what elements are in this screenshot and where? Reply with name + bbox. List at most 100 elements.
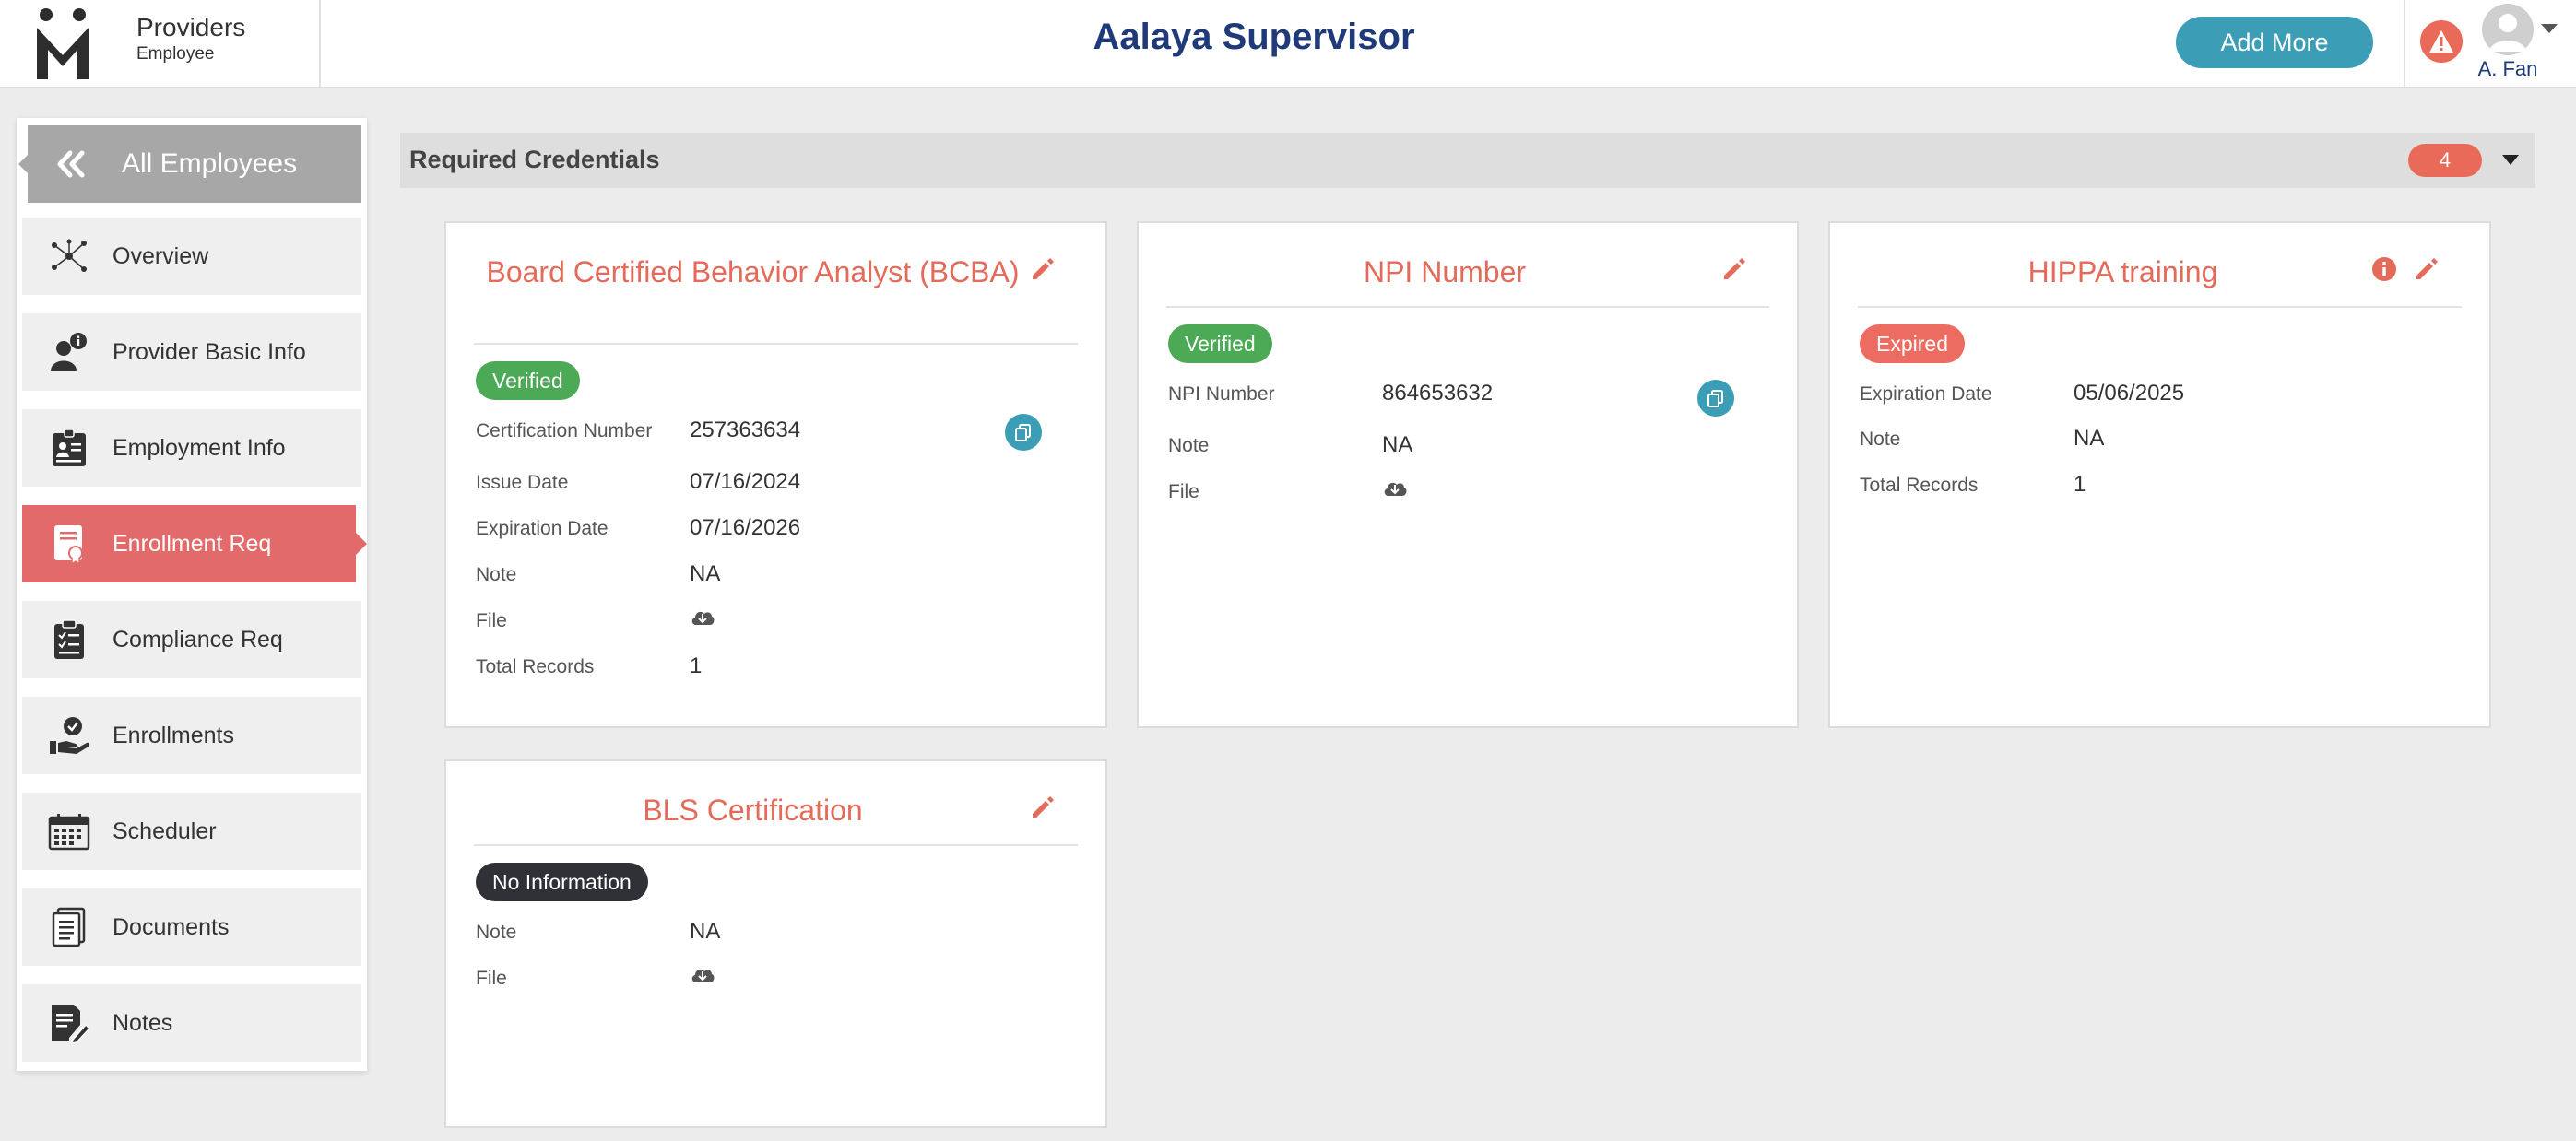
avatar[interactable] xyxy=(2482,4,2534,55)
card-divider xyxy=(474,343,1078,345)
card-title: Board Certified Behavior Analyst (BCBA) xyxy=(486,255,1020,288)
logo-icon xyxy=(37,8,89,79)
copy-icon[interactable] xyxy=(1697,380,1734,417)
edit-icon[interactable] xyxy=(2414,256,2440,287)
count-badge: 4 xyxy=(2408,144,2482,177)
required-credentials-header[interactable]: Required Credentials 4 xyxy=(400,133,2535,188)
row-label: File xyxy=(1168,481,1199,502)
sidebar-item-label: Compliance Req xyxy=(112,626,283,653)
calendar-icon xyxy=(46,808,92,854)
sidebar-item-provider-basic-info[interactable]: Provider Basic Info xyxy=(22,313,361,391)
all-employees-button[interactable]: All Employees xyxy=(18,125,361,203)
status-badge: Verified xyxy=(476,361,580,400)
card-divider xyxy=(474,844,1078,846)
row-value: NA xyxy=(2074,426,2105,451)
notes-icon xyxy=(46,1000,92,1046)
hand-check-icon xyxy=(46,712,92,759)
sidebar-item-label: Provider Basic Info xyxy=(112,338,306,365)
sidebar-item-label: Documents xyxy=(112,913,230,940)
top-header: Providers Employee Aalaya Supervisor Add… xyxy=(0,0,2576,88)
section-title: Required Credentials xyxy=(409,146,660,173)
sidebar-item-scheduler[interactable]: Scheduler xyxy=(22,793,361,870)
status-badge: Expired xyxy=(1860,324,1965,363)
row-label: Note xyxy=(1860,429,1901,450)
chevron-down-icon[interactable] xyxy=(2541,24,2558,33)
card-actions xyxy=(2371,256,2440,287)
chevron-down-icon[interactable] xyxy=(2502,155,2519,165)
row-value: NA xyxy=(690,561,721,586)
card-divider xyxy=(1858,306,2462,308)
row-label: Expiration Date xyxy=(476,518,609,539)
row-value: NA xyxy=(1382,432,1413,457)
card-actions xyxy=(1030,256,1056,287)
sidebar-item-compliance-req[interactable]: Compliance Req xyxy=(22,601,361,678)
user-info-icon xyxy=(46,329,92,375)
status-badge: Verified xyxy=(1168,324,1272,363)
row-label: Note xyxy=(476,922,517,943)
cloud-download-icon[interactable] xyxy=(690,964,715,989)
card-actions xyxy=(1030,794,1056,825)
sidebar-item-employment-info[interactable]: Employment Info xyxy=(22,409,361,487)
checklist-icon xyxy=(46,617,92,663)
row-label: Total Records xyxy=(476,656,595,677)
id-badge-icon xyxy=(46,425,92,471)
status-badge: No Information xyxy=(476,863,648,901)
brand-subtitle: Employee xyxy=(136,44,215,64)
user-name[interactable]: A. Fan xyxy=(2471,57,2545,81)
copy-icon[interactable] xyxy=(1005,414,1042,451)
sidebar-item-documents[interactable]: Documents xyxy=(22,888,361,966)
edit-icon[interactable] xyxy=(1030,794,1056,825)
all-employees-label: All Employees xyxy=(122,148,298,179)
page-title: Aalaya Supervisor xyxy=(1093,17,1415,57)
card-title: NPI Number xyxy=(1363,255,1527,288)
edit-icon[interactable] xyxy=(1721,256,1747,287)
row-label: Note xyxy=(476,564,517,585)
row-value: 257363634 xyxy=(690,418,801,442)
card-title: BLS Certification xyxy=(643,794,863,827)
row-label: Note xyxy=(1168,435,1210,456)
card-title: HIPPA training xyxy=(2027,255,2218,288)
sidebar-item-enrollments[interactable]: Enrollments xyxy=(22,697,361,774)
credential-card-npi: NPI Number Verified NPI Number 864653632… xyxy=(1137,221,1799,728)
row-value: 05/06/2025 xyxy=(2074,381,2185,406)
brand-area: Providers Employee xyxy=(0,0,321,88)
row-value: 07/16/2024 xyxy=(690,469,801,494)
cloud-download-icon[interactable] xyxy=(1382,477,1408,502)
row-value: 07/16/2026 xyxy=(690,515,801,540)
header-divider xyxy=(2404,0,2405,88)
sidebar-item-overview[interactable]: Overview xyxy=(22,218,361,295)
brand-title: Providers xyxy=(136,13,246,41)
row-label: NPI Number xyxy=(1168,383,1275,405)
sidebar: All Employees Overview Provider Basic In… xyxy=(17,118,367,1071)
row-label: Issue Date xyxy=(476,472,569,493)
edit-icon[interactable] xyxy=(1030,256,1056,287)
row-label: Certification Number xyxy=(476,420,653,441)
sidebar-item-notes[interactable]: Notes xyxy=(22,984,361,1062)
info-icon[interactable] xyxy=(2371,256,2397,287)
row-label: File xyxy=(476,610,507,631)
card-actions xyxy=(1721,256,1747,287)
cloud-download-icon[interactable] xyxy=(690,606,715,631)
sidebar-item-label: Overview xyxy=(112,242,209,269)
alert-icon[interactable] xyxy=(2420,20,2463,63)
row-label: Expiration Date xyxy=(1860,383,1992,405)
sidebar-item-label: Enrollments xyxy=(112,722,234,748)
credential-card-hippa: HIPPA training Expired Expiration Date 0… xyxy=(1828,221,2491,728)
row-label: File xyxy=(476,968,507,989)
card-divider xyxy=(1166,306,1769,308)
network-icon xyxy=(46,233,92,279)
sidebar-item-label: Employment Info xyxy=(112,434,286,461)
row-value: 1 xyxy=(2074,472,2086,497)
double-chevron-left-icon xyxy=(55,150,87,178)
sidebar-item-label: Enrollment Req xyxy=(112,530,272,557)
row-label: Total Records xyxy=(1860,475,1979,496)
sidebar-item-label: Notes xyxy=(112,1009,173,1036)
sidebar-item-label: Scheduler xyxy=(112,818,217,844)
credential-card-bcba: Board Certified Behavior Analyst (BCBA) … xyxy=(444,221,1107,728)
row-value: 864653632 xyxy=(1382,381,1494,406)
sidebar-item-enrollment-req[interactable]: Enrollment Req xyxy=(22,505,367,582)
documents-icon xyxy=(46,904,92,950)
certificate-icon xyxy=(46,521,92,567)
add-more-button[interactable]: Add More xyxy=(2176,17,2373,68)
credential-card-bls: BLS Certification No Information Note NA… xyxy=(444,759,1107,1128)
